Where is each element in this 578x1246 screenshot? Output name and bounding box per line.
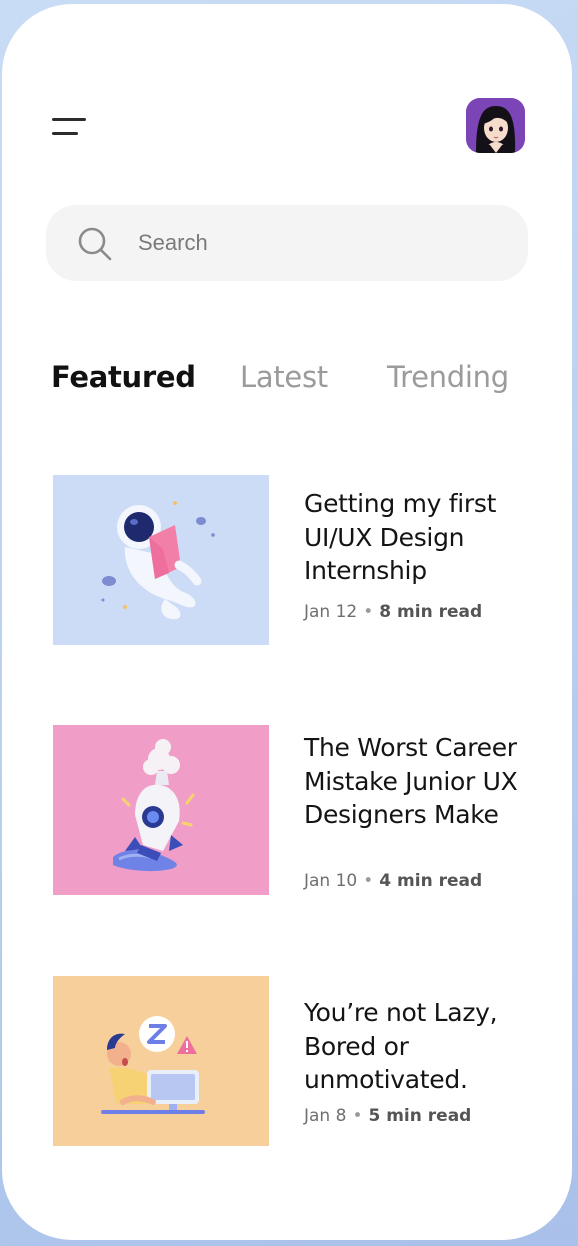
article-date: Jan 8 <box>304 1106 347 1126</box>
crashed-rocket-illustration <box>53 725 269 895</box>
article-meta: Jan 12 • 8 min read <box>304 602 482 622</box>
sleepy-person-at-computer-illustration <box>53 976 269 1146</box>
tab-latest[interactable]: Latest <box>240 360 328 394</box>
tab-featured[interactable]: Featured <box>51 360 196 394</box>
phone-screen: Featured Latest Trending G <box>2 4 572 1240</box>
article-date: Jan 10 <box>304 871 358 891</box>
astronaut-reading-illustration <box>53 475 269 645</box>
article-card[interactable]: You’re not Lazy, Bored or unmotivated. J… <box>53 976 533 1148</box>
article-card[interactable]: The Worst Career Mistake Junior UX Desig… <box>53 725 533 897</box>
article-meta: Jan 10 • 4 min read <box>304 871 482 891</box>
user-avatar[interactable] <box>466 98 525 153</box>
separator-dot: • <box>352 1106 363 1126</box>
article-read-time: 8 min read <box>379 602 483 622</box>
article-card[interactable]: Getting my first UI/UX Design Internship… <box>53 475 533 647</box>
article-read-time: 4 min read <box>379 871 483 891</box>
article-title[interactable]: You’re not Lazy, Bored or unmotivated. <box>304 996 530 1097</box>
article-title[interactable]: The Worst Career Mistake Junior UX Desig… <box>304 731 530 832</box>
hamburger-menu-icon[interactable] <box>52 116 88 140</box>
search-icon <box>78 227 112 261</box>
tab-trending[interactable]: Trending <box>387 360 509 394</box>
separator-dot: • <box>363 871 374 891</box>
article-read-time: 5 min read <box>368 1106 472 1126</box>
search-bar[interactable] <box>46 205 528 281</box>
article-meta: Jan 8 • 5 min read <box>304 1106 471 1126</box>
separator-dot: • <box>363 602 374 622</box>
article-title[interactable]: Getting my first UI/UX Design Internship <box>304 487 530 588</box>
search-input[interactable] <box>138 223 498 263</box>
article-date: Jan 12 <box>304 602 358 622</box>
